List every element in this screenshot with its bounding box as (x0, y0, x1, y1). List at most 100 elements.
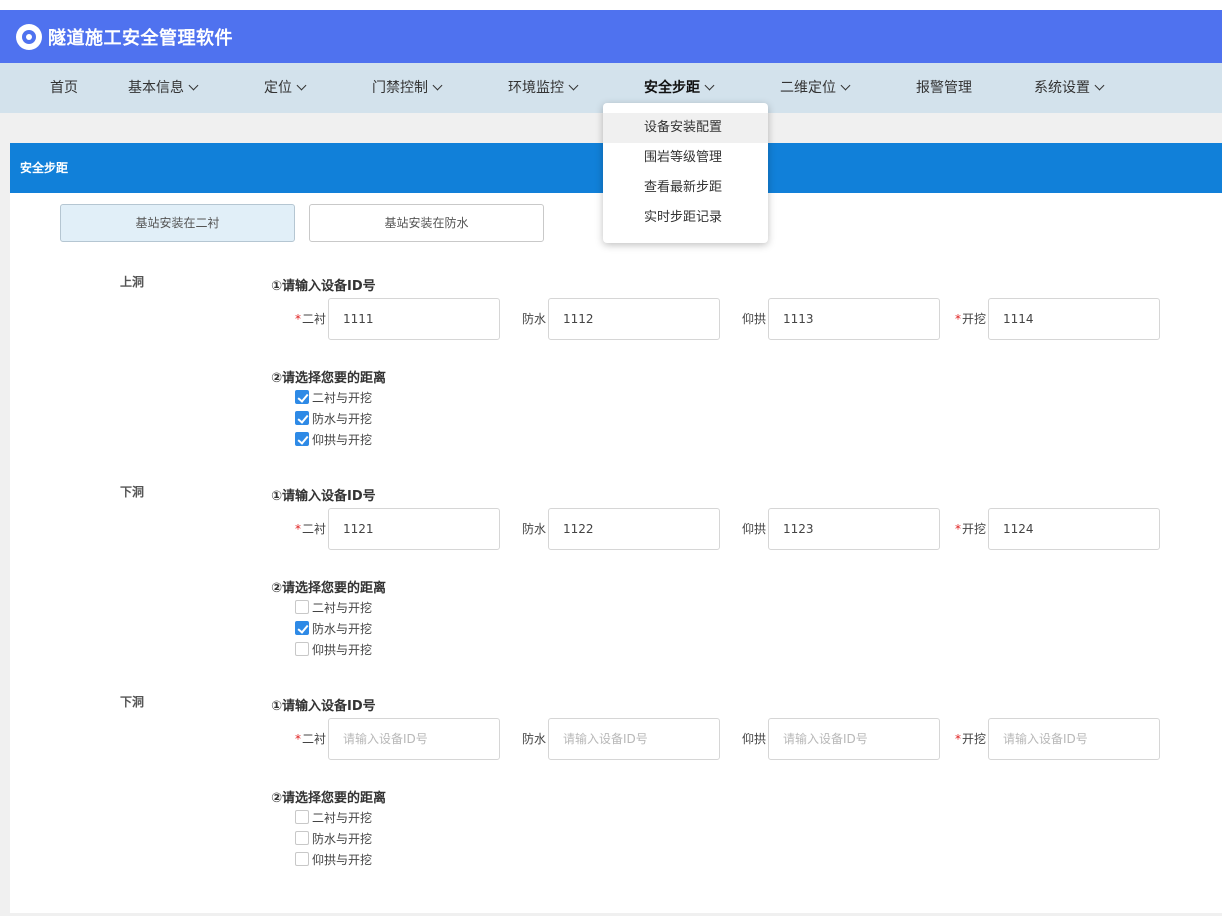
chevron-down-icon (296, 80, 307, 91)
nav-item-label: 首页 (50, 80, 78, 96)
checkbox-icon[interactable] (295, 852, 309, 866)
checkbox-icon[interactable] (295, 621, 309, 635)
dropdown-item-device-config[interactable]: 设备安装配置 (603, 113, 768, 143)
nav-item-label: 基本信息 (128, 80, 184, 96)
chevron-down-icon (188, 80, 199, 91)
checkbox-lining-excavation[interactable]: 二衬与开挖 (295, 597, 372, 617)
chevron-down-icon (432, 80, 443, 91)
field-label-invert: 仰拱 (726, 298, 766, 340)
checkbox-label: 防水与开挖 (312, 411, 373, 426)
toggle-second-lining[interactable]: 基站安装在二衬 (60, 204, 295, 242)
tunnel-section: 上洞①请输入设备ID号*二衬防水仰拱*开挖②请选择您要的距离二衬与开挖防水与开挖… (10, 273, 1222, 473)
toggle-waterproof[interactable]: 基站安装在防水 (309, 204, 544, 242)
field-label-invert: 仰拱 (726, 718, 766, 760)
checkbox-icon[interactable] (295, 831, 309, 845)
checkbox-invert-excavation[interactable]: 仰拱与开挖 (295, 429, 372, 449)
required-mark: * (954, 312, 961, 326)
required-mark: * (294, 522, 301, 536)
nav-item-home[interactable]: 首页 (50, 63, 78, 113)
checkbox-invert-excavation[interactable]: 仰拱与开挖 (295, 849, 372, 869)
checkbox-waterproof-excavation[interactable]: 防水与开挖 (295, 828, 372, 848)
dropdown-item-realtime-records[interactable]: 实时步距记录 (603, 203, 768, 233)
chevron-down-icon (1094, 80, 1105, 91)
dropdown-item-rock-grade[interactable]: 围岩等级管理 (603, 143, 768, 173)
field-label-text: 仰拱 (741, 312, 766, 326)
device-id-input-second-lining[interactable] (328, 508, 500, 550)
field-label-text: 开挖 (961, 732, 986, 746)
checkbox-label: 二衬与开挖 (312, 390, 373, 405)
nav-item-settings[interactable]: 系统设置 (1034, 63, 1105, 113)
checkbox-icon[interactable] (295, 432, 309, 446)
field-label-second-lining: *二衬 (286, 718, 326, 760)
required-mark: * (954, 732, 961, 746)
checkbox-waterproof-excavation[interactable]: 防水与开挖 (295, 408, 372, 428)
device-id-input-waterproof[interactable] (548, 508, 720, 550)
nav-item-access-control[interactable]: 门禁控制 (372, 63, 443, 113)
section-label: 下洞 (120, 695, 145, 709)
nav-item-alarm[interactable]: 报警管理 (916, 63, 972, 113)
device-id-input-excavation[interactable] (988, 298, 1160, 340)
field-label-waterproof: 防水 (506, 718, 546, 760)
nav-item-label: 环境监控 (508, 80, 564, 96)
nav-item-label: 系统设置 (1034, 80, 1090, 96)
checkbox-label: 防水与开挖 (312, 831, 373, 846)
checkbox-label: 二衬与开挖 (312, 600, 373, 615)
app-logo-icon (16, 23, 42, 50)
dropdown-item-latest-distance[interactable]: 查看最新步距 (603, 173, 768, 203)
field-label-text: 防水 (521, 522, 546, 536)
nav-item-basic-info[interactable]: 基本信息 (128, 63, 199, 113)
field-label-text: 二衬 (301, 522, 326, 536)
device-id-input-second-lining[interactable] (328, 718, 500, 760)
field-label-excavation: *开挖 (946, 718, 986, 760)
step2-title: ②请选择您要的距离 (271, 791, 387, 806)
step1-title: ①请输入设备ID号 (271, 489, 376, 504)
app-header: 隧道施工安全管理软件 (0, 10, 1222, 63)
field-label-text: 二衬 (301, 732, 326, 746)
field-label-text: 二衬 (301, 312, 326, 326)
nav-item-env-monitor[interactable]: 环境监控 (508, 63, 579, 113)
field-label-text: 开挖 (961, 522, 986, 536)
nav-item-label: 报警管理 (916, 80, 972, 96)
content-panel: 基站安装在二衬 基站安装在防水 上洞①请输入设备ID号*二衬防水仰拱*开挖②请选… (10, 193, 1222, 913)
checkbox-icon[interactable] (295, 411, 309, 425)
field-label-second-lining: *二衬 (286, 508, 326, 550)
checkbox-lining-excavation[interactable]: 二衬与开挖 (295, 387, 372, 407)
section-label: 下洞 (120, 485, 145, 499)
checkbox-label: 仰拱与开挖 (312, 852, 373, 867)
top-strip (0, 0, 1222, 10)
field-label-waterproof: 防水 (506, 298, 546, 340)
checkbox-icon[interactable] (295, 600, 309, 614)
safety-distance-dropdown: 设备安装配置 围岩等级管理 查看最新步距 实时步距记录 (603, 103, 768, 243)
device-id-input-second-lining[interactable] (328, 298, 500, 340)
checkbox-icon[interactable] (295, 390, 309, 404)
device-id-input-invert[interactable] (768, 718, 940, 760)
device-id-input-excavation[interactable] (988, 508, 1160, 550)
required-mark: * (954, 522, 961, 536)
required-mark: * (294, 732, 301, 746)
field-label-text: 防水 (521, 312, 546, 326)
checkbox-icon[interactable] (295, 642, 309, 656)
checkbox-icon[interactable] (295, 810, 309, 824)
nav-item-label: 门禁控制 (372, 80, 428, 96)
nav-item-2d-positioning[interactable]: 二维定位 (780, 63, 851, 113)
nav-item-label: 安全步距 (644, 80, 700, 96)
device-id-input-invert[interactable] (768, 298, 940, 340)
nav-item-label: 二维定位 (780, 80, 836, 96)
nav-item-positioning[interactable]: 定位 (264, 63, 307, 113)
field-label-waterproof: 防水 (506, 508, 546, 550)
chevron-down-icon (568, 80, 579, 91)
step2-title: ②请选择您要的距离 (271, 581, 387, 596)
step1-title: ①请输入设备ID号 (271, 279, 376, 294)
checkbox-label: 防水与开挖 (312, 621, 373, 636)
device-id-input-invert[interactable] (768, 508, 940, 550)
chevron-down-icon (840, 80, 851, 91)
checkbox-invert-excavation[interactable]: 仰拱与开挖 (295, 639, 372, 659)
checkbox-label: 仰拱与开挖 (312, 432, 373, 447)
checkbox-waterproof-excavation[interactable]: 防水与开挖 (295, 618, 372, 638)
checkbox-lining-excavation[interactable]: 二衬与开挖 (295, 807, 372, 827)
field-label-excavation: *开挖 (946, 508, 986, 550)
device-id-input-waterproof[interactable] (548, 718, 720, 760)
device-id-input-waterproof[interactable] (548, 298, 720, 340)
checkbox-label: 二衬与开挖 (312, 810, 373, 825)
device-id-input-excavation[interactable] (988, 718, 1160, 760)
